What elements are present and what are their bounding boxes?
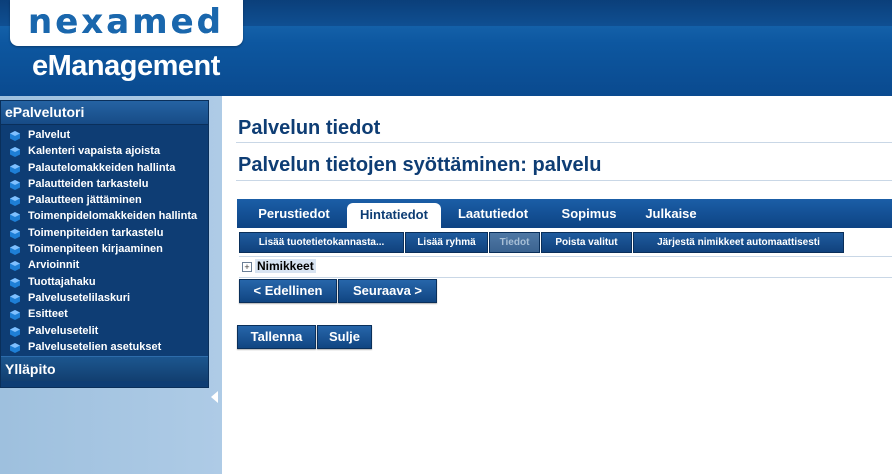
save-button[interactable]: Tallenna: [237, 325, 316, 349]
logo[interactable]: nexamed: [10, 0, 243, 46]
cube-icon: [10, 196, 20, 207]
sidebar-item-label: Palautteiden tarkastelu: [28, 177, 149, 190]
sidebar-item-label: Kalenteri vapaista ajoista: [28, 145, 161, 158]
tab-hintatiedot[interactable]: Hintatiedot: [347, 203, 441, 228]
tab-sopimus[interactable]: Sopimus: [549, 199, 629, 228]
sidebar-item-toimenpiteen-kirjaaminen[interactable]: Toimenpiteen kirjaaminen: [1, 241, 208, 257]
tab-julkaise[interactable]: Julkaise: [633, 199, 709, 228]
sidebar-list: Palvelut Kalenteri vapaista ajoista Pala…: [1, 125, 208, 355]
add-from-database-button[interactable]: Lisää tuotetietokannasta...: [239, 232, 404, 253]
sidebar-item-toimenpidelomakkeet[interactable]: Toimenpidelomakkeiden hallinta: [1, 208, 208, 224]
tree-node-nimikkeet[interactable]: Nimikkeet: [255, 259, 316, 273]
sidebar-item-label: Toimenpiteen kirjaaminen: [28, 243, 163, 256]
tab-laatutiedot[interactable]: Laatutiedot: [447, 199, 539, 228]
sidebar-item-esitteet[interactable]: Esitteet: [1, 306, 208, 322]
sidebar-item-label: Palvelusetelit: [28, 324, 99, 337]
sidebar-nav: ePalvelutori Palvelut Kalenteri vapaista…: [0, 100, 209, 388]
tab-bar: Perustiedot Hintatiedot Laatutiedot Sopi…: [237, 199, 892, 228]
close-button[interactable]: Sulje: [317, 325, 372, 349]
sidebar-item-palautteiden-tarkastelu[interactable]: Palautteiden tarkastelu: [1, 176, 208, 192]
sidebar-item-toimenpiteiden-tarkastelu[interactable]: Toimenpiteiden tarkastelu: [1, 225, 208, 241]
sidebar-item-label: Arvioinnit: [28, 259, 80, 272]
main-content: Palvelun tiedot Palvelun tietojen syöttä…: [222, 103, 892, 474]
cube-icon: [10, 342, 20, 353]
divider: [236, 180, 892, 181]
sidebar-item-tuottajahaku[interactable]: Tuottajahaku: [1, 274, 208, 290]
tab-perustiedot[interactable]: Perustiedot: [243, 199, 345, 228]
sidebar-item-palautteen-jattaminen[interactable]: Palautteen jättäminen: [1, 192, 208, 208]
sidebar-item-label: Palautteen jättäminen: [28, 194, 142, 207]
sidebar-item-palvelut[interactable]: Palvelut: [1, 127, 208, 143]
sidebar-item-label: Esitteet: [28, 308, 68, 321]
delete-selected-button[interactable]: Poista valitut: [541, 232, 632, 253]
cube-icon: [10, 179, 20, 190]
page-title: Palvelun tiedot: [238, 117, 381, 139]
sidebar-item-label: Palvelut: [28, 129, 71, 141]
next-button[interactable]: Seuraava >: [338, 279, 437, 303]
add-group-button[interactable]: Lisää ryhmä: [405, 232, 488, 253]
sidebar-item-arvioinnit[interactable]: Arvioinnit: [1, 257, 208, 273]
cube-icon: [10, 293, 20, 304]
sidebar-item-palvelusetelit[interactable]: Palvelusetelit: [1, 323, 208, 339]
page-subtitle: Palvelun tietojen syöttäminen: palvelu: [238, 154, 602, 176]
cube-icon: [10, 147, 20, 158]
sidebar-item-kalenteri[interactable]: Kalenteri vapaista ajoista: [1, 143, 208, 159]
sidebar-item-label: Palautelomakkeiden hallinta: [28, 161, 176, 174]
cube-icon: [10, 245, 20, 256]
cube-icon: [10, 310, 20, 321]
sidebar-item-label: Palvelusetelilaskuri: [28, 291, 131, 304]
expand-icon[interactable]: +: [242, 262, 252, 272]
cube-icon: [10, 131, 20, 141]
logo-text: nexamed: [28, 2, 224, 42]
app-header: nexamed eManagement: [0, 0, 892, 96]
sidebar-item-palvelusetelien-asetukset[interactable]: Palvelusetelien asetukset: [1, 339, 208, 355]
sidebar-item-label: Toimenpidelomakkeiden hallinta: [28, 210, 198, 223]
cube-icon: [10, 277, 20, 288]
cube-icon: [10, 212, 20, 223]
divider: [236, 142, 892, 143]
sidebar-collapse-icon[interactable]: [211, 391, 218, 403]
details-button[interactable]: Tiedot: [489, 232, 540, 253]
cube-icon: [10, 326, 20, 337]
sidebar-item-label: Tuottajahaku: [28, 275, 96, 288]
sidebar-section-yllapito[interactable]: Ylläpito: [1, 356, 208, 381]
sidebar-item-palvelusetelilaskuri[interactable]: Palvelusetelilaskuri: [1, 290, 208, 306]
app-title: eManagement: [32, 50, 220, 82]
cube-icon: [10, 163, 20, 174]
sidebar-item-palautelomakkeet[interactable]: Palautelomakkeiden hallinta: [1, 160, 208, 176]
previous-button[interactable]: < Edellinen: [239, 279, 337, 303]
sidebar-item-label: Palvelusetelien asetukset: [28, 340, 162, 353]
sidebar-section-title[interactable]: ePalvelutori: [1, 101, 208, 125]
sidebar-item-label: Toimenpiteiden tarkastelu: [28, 226, 164, 239]
cube-icon: [10, 228, 20, 239]
cube-icon: [10, 261, 20, 272]
tree-row: + Nimikkeet: [239, 256, 892, 278]
auto-sort-button[interactable]: Järjestä nimikkeet automaattisesti: [633, 232, 844, 253]
